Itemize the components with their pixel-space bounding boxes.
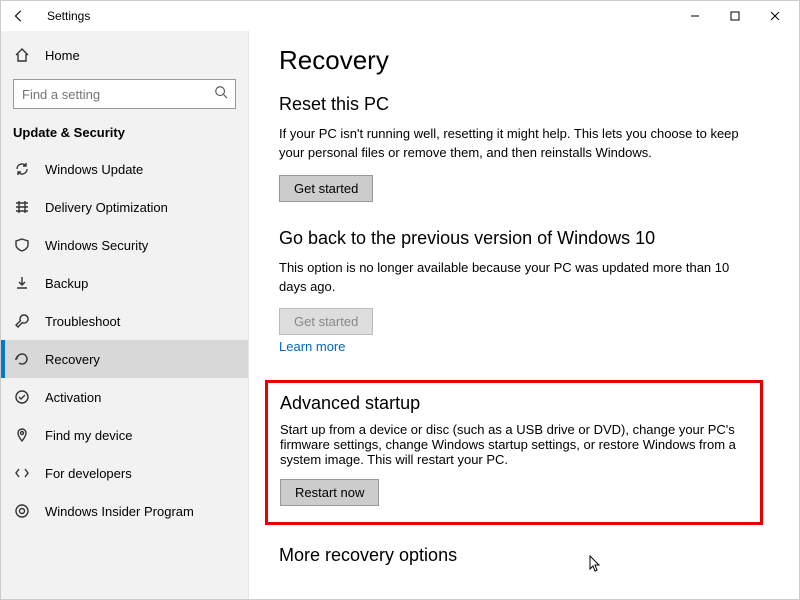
sidebar-item-find-my-device[interactable]: Find my device <box>1 416 248 454</box>
location-icon <box>13 426 31 444</box>
titlebar: Settings <box>1 1 799 31</box>
section-go-back: Go back to the previous version of Windo… <box>279 228 739 355</box>
maximize-button[interactable] <box>715 2 755 30</box>
section-title: Advanced startup <box>280 393 748 414</box>
sidebar-home-label: Home <box>45 48 80 63</box>
check-circle-icon <box>13 388 31 406</box>
sync-icon <box>13 160 31 178</box>
search-wrap <box>13 79 236 109</box>
insider-icon <box>13 502 31 520</box>
search-input[interactable] <box>13 79 236 109</box>
sidebar-item-backup[interactable]: Backup <box>1 264 248 302</box>
sidebar-item-label: Recovery <box>45 352 100 367</box>
section-more-recovery: More recovery options <box>279 545 769 566</box>
sidebar-item-for-developers[interactable]: For developers <box>1 454 248 492</box>
sidebar-item-label: Windows Update <box>45 162 143 177</box>
sidebar-category: Update & Security <box>1 119 248 150</box>
app-title: Settings <box>47 9 90 23</box>
sidebar-item-recovery[interactable]: Recovery <box>1 340 248 378</box>
sidebar-item-label: Find my device <box>45 428 132 443</box>
sidebar-item-label: Windows Insider Program <box>45 504 194 519</box>
goback-get-started-button: Get started <box>279 308 373 335</box>
section-title: Reset this PC <box>279 94 739 115</box>
sidebar-item-activation[interactable]: Activation <box>1 378 248 416</box>
wrench-icon <box>13 312 31 330</box>
backup-icon <box>13 274 31 292</box>
sidebar-item-label: Delivery Optimization <box>45 200 168 215</box>
sidebar-item-windows-insider[interactable]: Windows Insider Program <box>1 492 248 530</box>
delivery-icon <box>13 198 31 216</box>
sidebar: Home Update & Security Windows Update De… <box>1 31 249 599</box>
close-button[interactable] <box>755 2 795 30</box>
restart-now-button[interactable]: Restart now <box>280 479 379 506</box>
search-icon <box>214 85 228 102</box>
section-desc: This option is no longer available becau… <box>279 259 739 297</box>
sidebar-item-label: Troubleshoot <box>45 314 120 329</box>
section-advanced-startup: Advanced startup Start up from a device … <box>265 380 763 525</box>
content-area: Recovery Reset this PC If your PC isn't … <box>249 31 799 599</box>
minimize-button[interactable] <box>675 2 715 30</box>
sidebar-item-windows-security[interactable]: Windows Security <box>1 226 248 264</box>
code-icon <box>13 464 31 482</box>
sidebar-nav: Windows Update Delivery Optimization Win… <box>1 150 248 530</box>
shield-icon <box>13 236 31 254</box>
page-title: Recovery <box>279 45 769 76</box>
home-icon <box>13 46 31 64</box>
section-desc: If your PC isn't running well, resetting… <box>279 125 739 163</box>
sidebar-item-troubleshoot[interactable]: Troubleshoot <box>1 302 248 340</box>
section-title: Go back to the previous version of Windo… <box>279 228 739 249</box>
section-reset-pc: Reset this PC If your PC isn't running w… <box>279 94 739 202</box>
sidebar-item-label: For developers <box>45 466 132 481</box>
sidebar-item-label: Windows Security <box>45 238 148 253</box>
window-controls <box>675 2 795 30</box>
sidebar-item-delivery-optimization[interactable]: Delivery Optimization <box>1 188 248 226</box>
recovery-icon <box>13 350 31 368</box>
sidebar-item-label: Activation <box>45 390 101 405</box>
sidebar-item-label: Backup <box>45 276 88 291</box>
sidebar-home[interactable]: Home <box>1 37 248 73</box>
back-button[interactable] <box>7 4 31 28</box>
sidebar-item-windows-update[interactable]: Windows Update <box>1 150 248 188</box>
section-desc: Start up from a device or disc (such as … <box>280 422 748 467</box>
learn-more-link[interactable]: Learn more <box>279 339 345 354</box>
reset-get-started-button[interactable]: Get started <box>279 175 373 202</box>
